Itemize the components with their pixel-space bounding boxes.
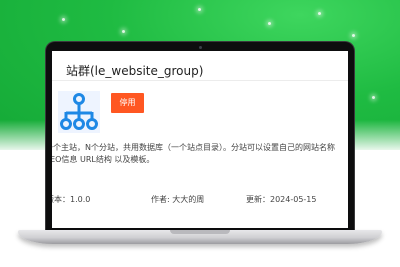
camera-icon xyxy=(199,46,202,49)
plugin-author: 作者: 大大的周 xyxy=(151,195,205,204)
plugin-updated: 更新：2024-05-15 xyxy=(246,195,317,204)
org-tree-icon xyxy=(58,91,100,133)
title-divider xyxy=(52,80,348,81)
disable-button[interactable]: 停用 xyxy=(111,93,144,113)
plugin-card: 站群(le_website_group) 停用 一个主站，N个分站，共用数据库（… xyxy=(52,51,348,228)
sparkle xyxy=(352,34,355,37)
sparkle xyxy=(122,30,125,33)
sparkle xyxy=(198,8,201,11)
plugin-description: 一个主站，N个分站，共用数据库（一个站点目录）。分站可以设置自己的网站名称 SE… xyxy=(52,143,335,164)
sparkle xyxy=(62,18,65,21)
laptop-notch xyxy=(170,230,230,234)
sparkle xyxy=(268,22,271,25)
plugin-title: 站群(le_website_group) xyxy=(66,64,204,78)
sparkle xyxy=(372,96,375,99)
sparkle xyxy=(318,12,321,15)
plugin-version: 版本：1.0.0 xyxy=(52,195,91,204)
